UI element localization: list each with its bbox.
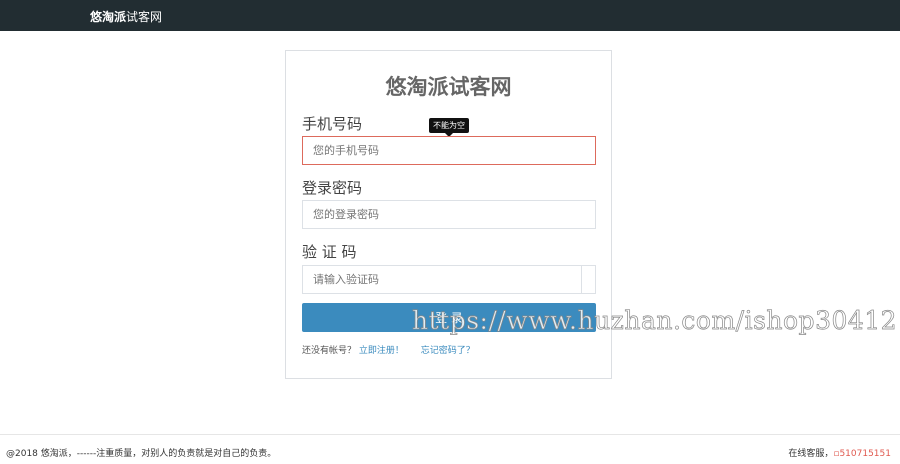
login-card: 悠淘派试客网 手机号码 不能为空 登录密码 验 证 码 登 录 还没有帐号？ 立… xyxy=(285,50,612,379)
forgot-password-link[interactable]: 忘记密码了？ xyxy=(421,346,475,356)
form-title: 悠淘派试客网 xyxy=(385,75,512,99)
brand-rest: 试客网 xyxy=(126,10,163,24)
top-navbar: 悠淘派试客网 xyxy=(0,0,900,31)
captcha-input[interactable] xyxy=(302,265,582,294)
password-label: 登录密码 xyxy=(302,179,363,197)
password-input[interactable] xyxy=(302,200,596,229)
brand-logo[interactable]: 悠淘派试客网 xyxy=(90,8,162,25)
phone-label: 手机号码 xyxy=(302,115,363,133)
captcha-image[interactable] xyxy=(581,265,596,294)
register-link[interactable]: 立即注册！ xyxy=(359,346,404,356)
brand-bold: 悠淘派 xyxy=(90,10,127,24)
error-tooltip: 不能为空 xyxy=(429,118,469,137)
copyright-text: @2018 悠淘派，------注重质量，对别人的负责就是对自己的负责。 xyxy=(6,449,277,459)
footer: @2018 悠淘派，------注重质量，对别人的负责就是对自己的负责。 在线客… xyxy=(0,434,900,464)
online-service: 在线客服，▫510715151 xyxy=(788,446,891,459)
phone-input[interactable] xyxy=(302,136,596,165)
no-account-text: 还没有帐号？ xyxy=(302,346,357,356)
captcha-label: 验 证 码 xyxy=(302,243,357,261)
login-button[interactable]: 登 录 xyxy=(302,303,596,332)
form-links: 还没有帐号？ 立即注册！ 忘记密码了？ xyxy=(302,343,475,356)
service-label: 在线客服， xyxy=(788,449,834,459)
service-number[interactable]: 510715151 xyxy=(839,449,891,459)
